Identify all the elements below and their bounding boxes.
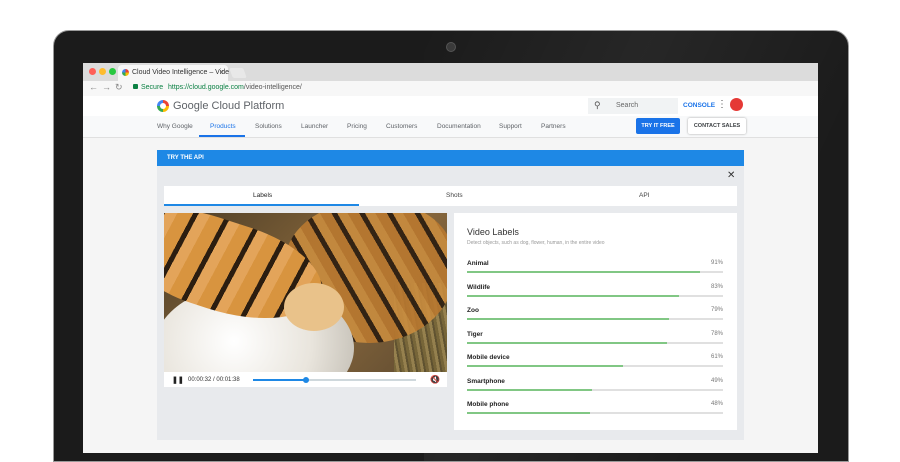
reload-icon[interactable]: ↻ bbox=[115, 82, 123, 93]
try-api-banner: TRY THE API bbox=[157, 150, 744, 166]
confidence-bar bbox=[467, 412, 723, 414]
close-window-dot[interactable] bbox=[89, 68, 96, 75]
confidence-bar bbox=[467, 318, 723, 320]
nav-partners[interactable]: Partners bbox=[541, 123, 566, 130]
url-field[interactable]: https://cloud.google.com/video-intellige… bbox=[168, 84, 302, 91]
browser-tab-bar: Cloud Video Intelligence – Vide × bbox=[83, 63, 818, 81]
lock-icon bbox=[133, 84, 138, 89]
label-percent: 91% bbox=[710, 260, 723, 266]
nav-customers[interactable]: Customers bbox=[386, 123, 417, 130]
webcam bbox=[446, 42, 456, 52]
main-nav: Why Google Products Solutions Launcher P… bbox=[83, 116, 818, 138]
video-time: 00:00:32 / 00:01:38 bbox=[188, 377, 240, 383]
confidence-fill bbox=[467, 294, 680, 297]
confidence-fill bbox=[467, 318, 670, 320]
label-name: Tiger bbox=[467, 330, 483, 338]
label-name: Zoo bbox=[467, 307, 479, 314]
forward-icon[interactable]: → bbox=[102, 82, 111, 92]
banner-title: TRY THE API bbox=[167, 155, 204, 161]
video-controls: ❚❚ 00:00:32 / 00:01:38 🔇 bbox=[164, 372, 447, 387]
label-name: Mobile phone bbox=[467, 401, 509, 408]
page-content: TRY THE API ✕ Labels Shots API ❚❚ 00:00:… bbox=[83, 138, 818, 453]
api-tabs: Labels Shots API bbox=[164, 186, 737, 206]
active-tab-underline bbox=[164, 204, 359, 206]
nav-solutions[interactable]: Solutions bbox=[255, 123, 282, 130]
confidence-fill bbox=[467, 412, 590, 414]
console-link[interactable]: CONSOLE bbox=[683, 102, 715, 109]
confidence-fill bbox=[467, 365, 624, 367]
confidence-bar bbox=[467, 294, 723, 297]
label-row: Smartphone 49% bbox=[467, 378, 723, 398]
label-row: Wildlife 83% bbox=[467, 284, 723, 304]
label-name: Mobile device bbox=[467, 354, 510, 361]
google-cloud-favicon bbox=[122, 69, 129, 76]
label-percent: 79% bbox=[710, 307, 723, 313]
pause-icon[interactable]: ❚❚ bbox=[172, 376, 184, 384]
label-name: Animal bbox=[467, 260, 489, 267]
confidence-bar bbox=[467, 341, 723, 344]
video-labels-title: Video Labels bbox=[467, 227, 519, 237]
nav-products[interactable]: Products bbox=[210, 123, 236, 130]
screen: Cloud Video Intelligence – Vide × ← → ↻ … bbox=[83, 63, 818, 453]
video-labels-card: Video Labels Detect objects, such as dog… bbox=[454, 213, 737, 430]
label-name: Wildlife bbox=[467, 283, 491, 291]
tab-title: Cloud Video Intelligence – Vide bbox=[132, 69, 230, 76]
brand-title[interactable]: Google Cloud Platform bbox=[173, 100, 284, 112]
video-labels-subtitle: Detect objects, such as dog, flower, hum… bbox=[467, 240, 605, 246]
address-bar: ← → ↻ Secure https://cloud.google.com/vi… bbox=[83, 81, 818, 97]
search-icon: ⚲ bbox=[594, 100, 601, 110]
back-icon[interactable]: ← bbox=[89, 82, 98, 92]
label-percent: 61% bbox=[710, 354, 723, 360]
browser-tab[interactable]: Cloud Video Intelligence – Vide × bbox=[118, 65, 230, 81]
try-it-free-button[interactable]: TRY IT FREE bbox=[636, 118, 680, 134]
try-api-panel: TRY THE API ✕ Labels Shots API ❚❚ 00:00:… bbox=[157, 150, 744, 440]
new-tab-button[interactable] bbox=[229, 68, 247, 78]
site-header: Google Cloud Platform ⚲ Search CONSOLE ⋮ bbox=[83, 96, 818, 116]
active-nav-underline bbox=[199, 135, 245, 137]
contact-sales-button[interactable]: CONTACT SALES bbox=[688, 118, 746, 134]
label-percent: 83% bbox=[710, 283, 723, 290]
nav-launcher[interactable]: Launcher bbox=[301, 123, 328, 130]
tab-shots[interactable]: Shots bbox=[446, 192, 463, 199]
confidence-bar bbox=[467, 271, 723, 273]
mute-icon[interactable]: 🔇 bbox=[430, 375, 440, 384]
minimize-window-dot[interactable] bbox=[99, 68, 106, 75]
nav-documentation[interactable]: Documentation bbox=[437, 123, 481, 130]
maximize-window-dot[interactable] bbox=[109, 68, 116, 75]
tab-close-icon[interactable]: × bbox=[219, 65, 224, 81]
avatar[interactable] bbox=[730, 98, 743, 111]
nav-support[interactable]: Support bbox=[499, 123, 522, 130]
seek-handle[interactable] bbox=[303, 377, 310, 383]
search-input[interactable]: Search bbox=[616, 102, 638, 109]
label-row: Animal 91% bbox=[467, 260, 723, 280]
tab-api[interactable]: API bbox=[639, 192, 649, 199]
secure-indicator[interactable]: Secure bbox=[133, 84, 163, 91]
confidence-fill bbox=[467, 271, 700, 273]
nav-pricing[interactable]: Pricing bbox=[347, 123, 367, 130]
label-row: Zoo 79% bbox=[467, 307, 723, 327]
seek-progress bbox=[253, 379, 307, 381]
nav-why-google[interactable]: Why Google bbox=[157, 123, 193, 130]
label-name: Smartphone bbox=[467, 377, 505, 385]
label-percent: 48% bbox=[710, 401, 723, 407]
confidence-bar bbox=[467, 365, 723, 367]
confidence-bar bbox=[467, 388, 723, 391]
google-cloud-logo-icon[interactable] bbox=[157, 100, 169, 112]
video-frame[interactable] bbox=[164, 213, 447, 372]
search-box[interactable]: ⚲ Search bbox=[588, 98, 678, 114]
seek-bar[interactable] bbox=[253, 377, 416, 383]
label-percent: 78% bbox=[710, 330, 723, 337]
confidence-fill bbox=[467, 341, 667, 344]
tab-labels[interactable]: Labels bbox=[253, 192, 272, 199]
label-row: Tiger 78% bbox=[467, 331, 723, 351]
label-row: Mobile phone 48% bbox=[467, 401, 723, 421]
tiger-paw-image bbox=[284, 283, 344, 331]
more-vert-icon[interactable]: ⋮ bbox=[717, 99, 727, 110]
confidence-fill bbox=[467, 388, 593, 391]
label-row: Mobile device 61% bbox=[467, 354, 723, 374]
video-player[interactable]: ❚❚ 00:00:32 / 00:01:38 🔇 bbox=[164, 213, 447, 387]
close-icon[interactable]: ✕ bbox=[727, 170, 735, 181]
label-percent: 49% bbox=[710, 377, 723, 384]
